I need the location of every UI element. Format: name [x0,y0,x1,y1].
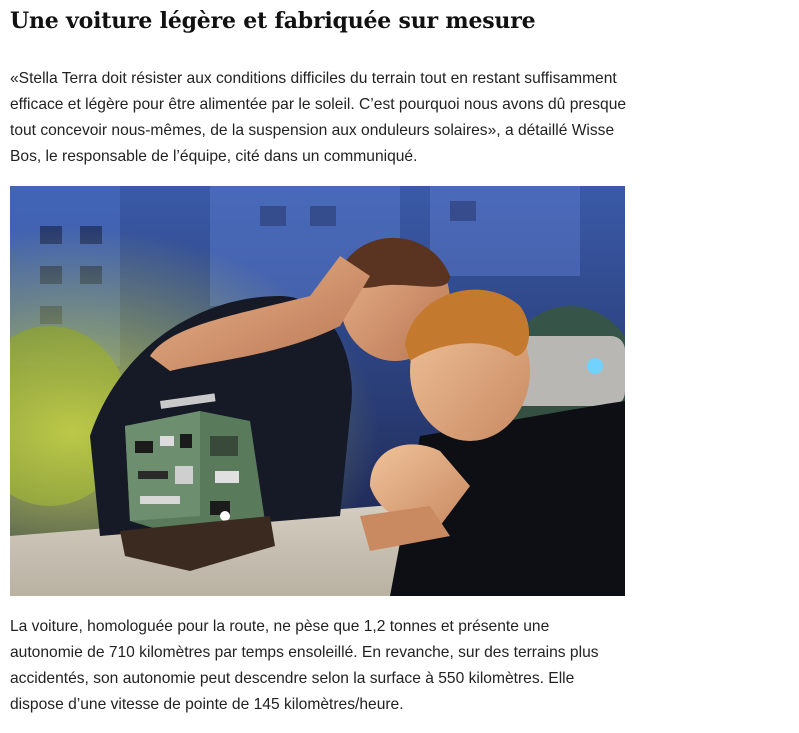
photo-illustration [10,186,625,596]
article-photo [10,186,625,596]
article-paragraph-quote: «Stella Terra doit résister aux conditio… [10,70,627,165]
article-paragraph-specs: La voiture, homologuée pour la route, ne… [10,618,599,713]
article: Une voiture légère et fabriquée sur mesu… [10,0,640,718]
article-title: Une voiture légère et fabriquée sur mesu… [10,8,536,34]
